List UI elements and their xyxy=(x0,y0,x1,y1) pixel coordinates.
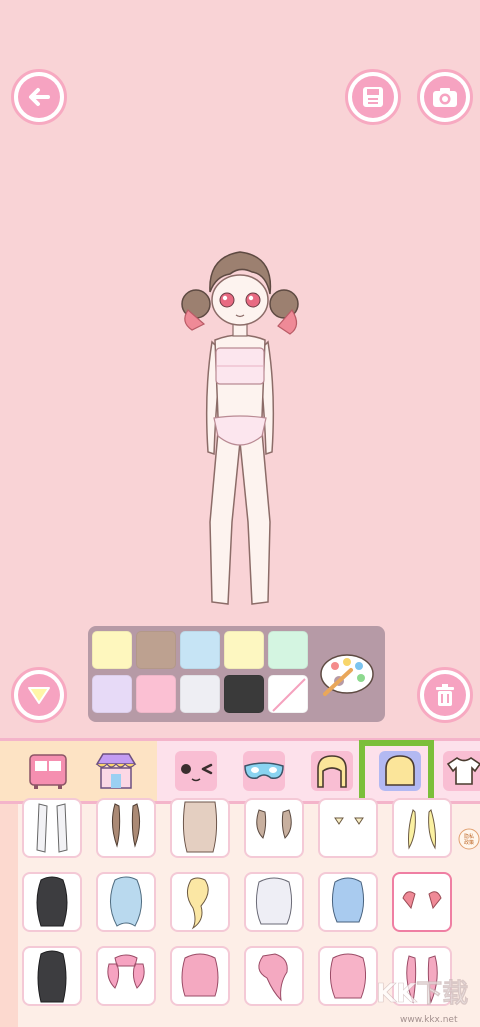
svg-text:www.kkx.net: www.kkx.net xyxy=(400,1015,458,1025)
privacy-policy-badge[interactable]: 隐私 政策 xyxy=(457,828,480,850)
face-category[interactable] xyxy=(172,748,220,794)
trash-icon xyxy=(436,684,454,706)
hair-item[interactable] xyxy=(96,872,156,932)
avatar-figure xyxy=(181,251,299,605)
swatch-8[interactable] xyxy=(180,675,220,713)
swatch-1[interactable] xyxy=(92,631,132,669)
arrow-left-icon xyxy=(29,88,50,106)
triangle-down-icon xyxy=(28,687,50,704)
hair-item[interactable] xyxy=(244,872,304,932)
hair-item[interactable] xyxy=(170,946,230,1006)
swatch-3[interactable] xyxy=(180,631,220,669)
hair-item[interactable] xyxy=(96,946,156,1006)
hair-item[interactable] xyxy=(318,946,378,1006)
hair-item[interactable] xyxy=(318,872,378,932)
dress-up-screen: 隐私 政策 KK下载 www.kkx.net xyxy=(0,0,480,1027)
paint-palette-icon[interactable] xyxy=(317,650,375,698)
accessory-category[interactable] xyxy=(240,748,288,794)
hair-item[interactable] xyxy=(96,798,156,858)
hair-item[interactable] xyxy=(392,798,452,858)
mask-icon xyxy=(244,762,284,779)
hair-item[interactable] xyxy=(22,872,82,932)
wardrobe-icon xyxy=(29,754,67,789)
swatch-2[interactable] xyxy=(136,631,176,669)
swatch-4[interactable] xyxy=(224,631,264,669)
shop-icon xyxy=(95,753,137,789)
kk-watermark: KK下载 www.kkx.net xyxy=(376,979,469,1025)
save-button[interactable] xyxy=(345,69,401,125)
swatch-9[interactable] xyxy=(224,675,264,713)
svg-text:政策: 政策 xyxy=(464,839,474,846)
svg-text:KK下载: KK下载 xyxy=(376,979,468,1009)
svg-text:隐私: 隐私 xyxy=(464,833,474,840)
back-button[interactable] xyxy=(11,69,67,125)
hair-item[interactable] xyxy=(244,798,304,858)
face-icon xyxy=(181,763,213,782)
hair-item-selected[interactable] xyxy=(392,872,452,932)
shirt-icon xyxy=(446,757,480,785)
camera-button[interactable] xyxy=(417,69,473,125)
hair-front-category[interactable] xyxy=(308,748,356,794)
trash-button[interactable] xyxy=(417,667,473,723)
hair-item[interactable] xyxy=(244,946,304,1006)
camera-icon xyxy=(433,88,457,107)
top-category[interactable] xyxy=(440,748,480,794)
hair-item[interactable] xyxy=(170,798,230,858)
swatch-7[interactable] xyxy=(136,675,176,713)
swatch-none[interactable] xyxy=(268,675,308,713)
hair-item[interactable] xyxy=(22,798,82,858)
hair-front-icon xyxy=(317,755,347,788)
swatch-6[interactable] xyxy=(92,675,132,713)
shop-button[interactable] xyxy=(92,748,140,794)
floppy-disk-icon xyxy=(363,87,383,107)
hair-item[interactable] xyxy=(318,798,378,858)
collapse-button[interactable] xyxy=(11,667,67,723)
wardrobe-button[interactable] xyxy=(24,748,72,794)
hair-item[interactable] xyxy=(170,872,230,932)
hair-item[interactable] xyxy=(22,946,82,1006)
swatch-5[interactable] xyxy=(268,631,308,669)
